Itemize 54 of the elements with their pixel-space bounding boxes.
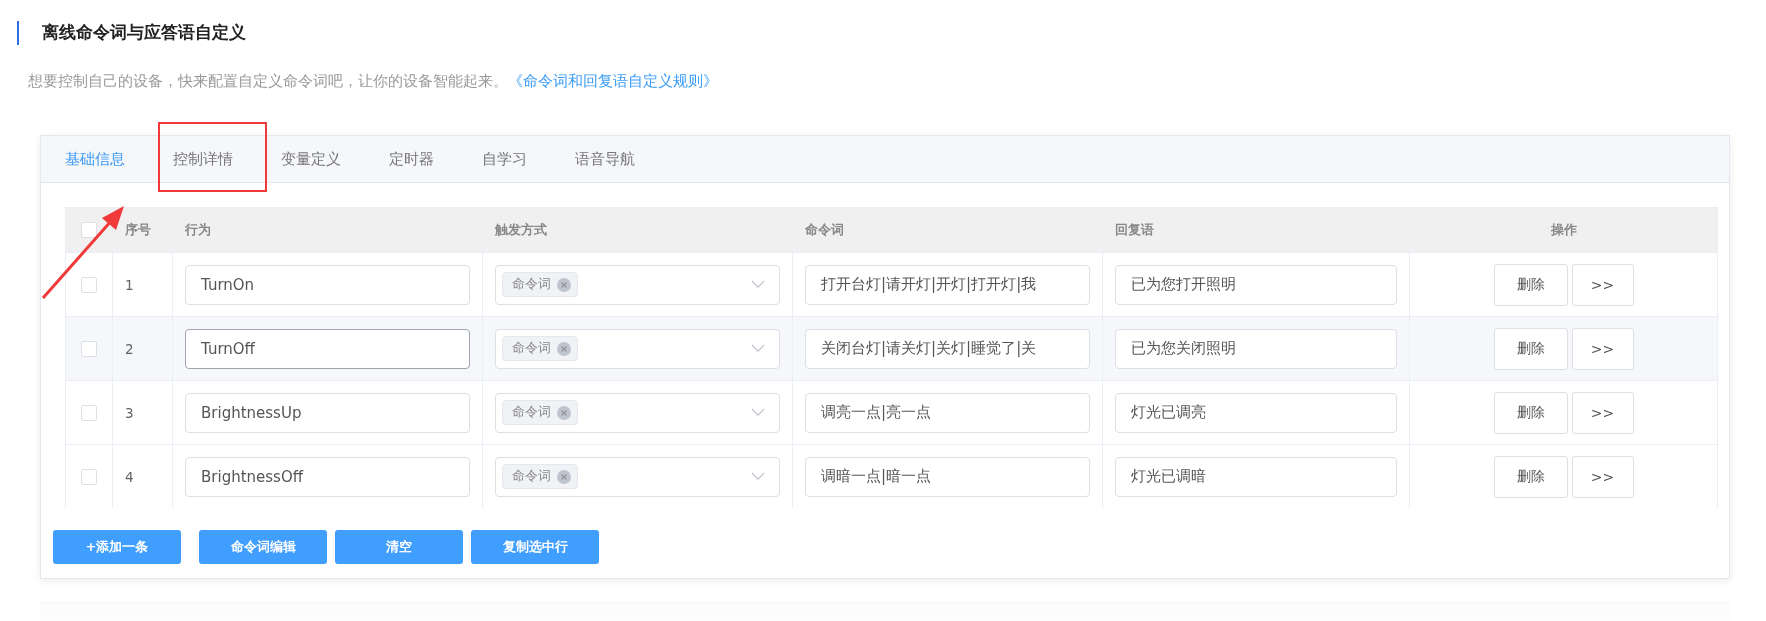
trigger-tag: 命令词 <box>502 464 578 489</box>
column-header: 操作 <box>1550 221 1577 239</box>
command-field[interactable]: 关闭台灯|请关灯|关灯|睡觉了|关 <box>805 328 1090 369</box>
tab[interactable]: 控制详情 <box>173 149 233 169</box>
chevron-down-icon <box>751 280 765 289</box>
reply-field[interactable]: 已为您关闭照明 <box>1115 328 1397 369</box>
expand-button[interactable]: >> <box>1571 391 1634 434</box>
column-header: 行为 <box>185 221 211 239</box>
trigger-tag: 命令词 <box>502 336 578 361</box>
column-header: 命令词 <box>805 221 844 239</box>
reply-field[interactable]: 灯光已调亮 <box>1115 392 1397 433</box>
delete-button[interactable]: 删除 <box>1493 263 1568 306</box>
row-checkbox[interactable] <box>81 468 97 485</box>
tab[interactable]: 自学习 <box>482 149 527 169</box>
expand-button[interactable]: >> <box>1571 263 1634 306</box>
column-header: 触发方式 <box>495 221 547 239</box>
chevron-down-icon <box>751 408 765 417</box>
action-field[interactable]: TurnOff <box>185 328 470 369</box>
command-field[interactable]: 调暗一点|暗一点 <box>805 456 1090 497</box>
tab[interactable]: 定时器 <box>389 149 434 169</box>
select-all-checkbox[interactable] <box>81 222 97 238</box>
expand-button[interactable]: >> <box>1571 455 1634 498</box>
trigger-tag: 命令词 <box>502 400 578 425</box>
chevron-down-icon <box>751 472 765 481</box>
delete-button[interactable]: 删除 <box>1493 327 1568 370</box>
row-index: 1 <box>125 276 134 293</box>
column-header: 序号 <box>125 221 151 239</box>
delete-button[interactable]: 删除 <box>1493 455 1568 498</box>
row-checkbox[interactable] <box>81 404 97 421</box>
row-checkbox[interactable] <box>81 340 97 357</box>
column-header: 回复语 <box>1115 221 1154 239</box>
description-text: 想要控制自己的设备，快来配置自定义命令词吧，让你的设备智能起来。 <box>28 73 508 89</box>
row-checkbox[interactable] <box>81 276 97 293</box>
action-field[interactable]: BrightnessOff <box>185 456 470 497</box>
command-field[interactable]: 打开台灯|请开灯|开灯|打开灯|我 <box>805 264 1090 305</box>
tab[interactable]: 变量定义 <box>281 149 341 169</box>
row-index: 2 <box>125 340 134 357</box>
remove-tag-icon[interactable] <box>557 277 571 292</box>
command-field[interactable]: 调亮一点|亮一点 <box>805 392 1090 433</box>
tab[interactable]: 语音导航 <box>575 149 635 169</box>
action-field[interactable]: BrightnessUp <box>185 392 470 433</box>
section-title: 离线命令词与应答语自定义 <box>42 21 246 44</box>
delete-button[interactable]: 删除 <box>1493 391 1568 434</box>
row-index: 3 <box>125 404 134 421</box>
expand-button[interactable]: >> <box>1571 327 1634 370</box>
row-index: 4 <box>125 468 134 485</box>
reply-field[interactable]: 灯光已调暗 <box>1115 456 1397 497</box>
reply-field[interactable]: 已为您打开照明 <box>1115 264 1397 305</box>
chevron-down-icon <box>751 344 765 353</box>
remove-tag-icon[interactable] <box>557 341 571 356</box>
remove-tag-icon[interactable] <box>557 405 571 420</box>
action-field[interactable]: TurnOn <box>185 264 470 305</box>
remove-tag-icon[interactable] <box>557 469 571 484</box>
trigger-tag: 命令词 <box>502 272 578 297</box>
